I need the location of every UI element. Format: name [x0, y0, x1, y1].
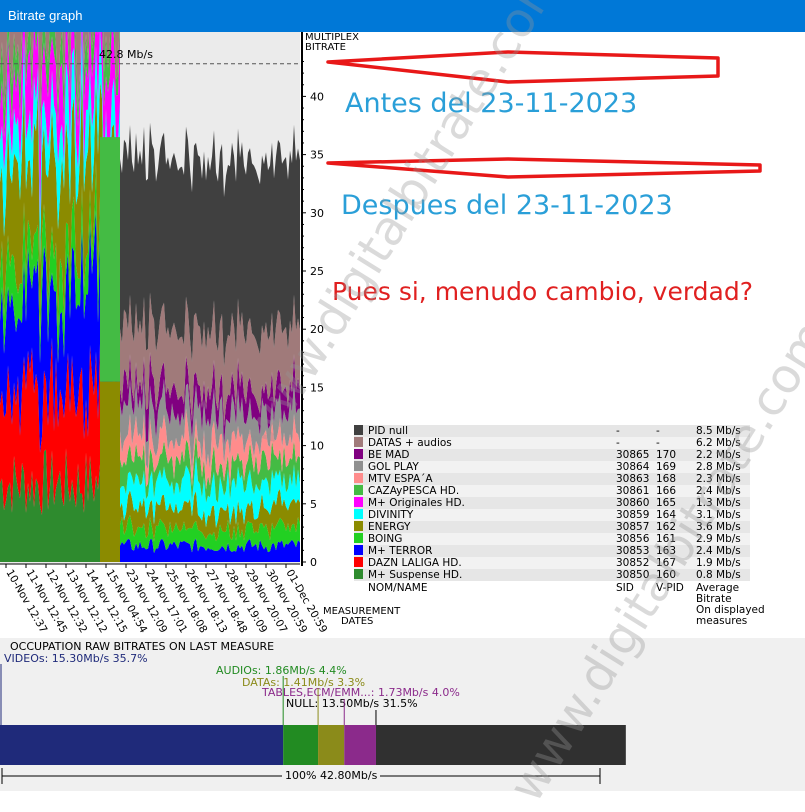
legend-vpid: 166 — [656, 485, 677, 497]
legend-swatch — [354, 425, 363, 435]
legend-sid: 30863 — [616, 473, 650, 485]
legend-sid: 30857 — [616, 521, 650, 533]
legend-row: BE MAD 30865 170 2.2 Mb/s — [354, 449, 750, 461]
window-title: Bitrate graph — [0, 0, 805, 32]
legend-swatch — [354, 461, 363, 471]
y-tick-label: 5 — [310, 498, 317, 511]
transition-bar-energy — [100, 381, 120, 562]
legend-vpid: - — [656, 437, 660, 449]
legend-name: ENERGY — [368, 521, 411, 533]
y-tick-label: 25 — [310, 265, 324, 278]
legend-name: DATAS + audios — [368, 437, 452, 449]
y-tick-label: 35 — [310, 149, 324, 162]
legend-vpid: 170 — [656, 449, 677, 461]
y-tick-label: 0 — [310, 556, 317, 569]
legend-row: PID null - -8.5 Mb/s — [354, 425, 750, 437]
legend-name: MTV ESPA´A — [368, 473, 433, 485]
legend-swatch — [354, 497, 363, 507]
legend-name: BE MAD — [368, 449, 410, 461]
legend-avg: 0.8 Mb/s — [696, 569, 741, 581]
occupation-bar — [0, 664, 626, 784]
y-axis-label: BITRATE — [305, 42, 346, 53]
legend-name: M+ TERROR — [368, 545, 433, 557]
occupation-segment-videos — [0, 725, 284, 765]
legend-name: BOING — [368, 533, 403, 545]
legend-name: DAZN LALIGA HD. — [368, 557, 462, 569]
occupation-total: 100% 42.80Mb/s — [282, 769, 381, 782]
transition-bar-cazaypesca — [100, 137, 120, 382]
legend-header-avg: Average Bitrate On displayed measures — [696, 582, 765, 627]
legend-swatch — [354, 521, 363, 531]
occupation-segment-tables — [344, 725, 376, 765]
legend-row: DATAS + audios - -6.2 Mb/s — [354, 437, 750, 449]
legend-name: PID null — [368, 425, 408, 437]
legend-name: CAZAyPESCA HD. — [368, 485, 460, 497]
legend-header-name: NOM/NAME — [368, 582, 428, 594]
legend-swatch — [354, 509, 363, 519]
legend-vpid: - — [656, 425, 660, 437]
legend-swatch — [354, 437, 363, 447]
occupation-panel: OCCUPATION RAW BITRATES ON LAST MEASURE … — [0, 638, 805, 791]
legend-sid: 30859 — [616, 509, 650, 521]
occupation-segment-datas — [318, 725, 345, 765]
legend-swatch — [354, 545, 363, 555]
legend-name: M+ Suspense HD. — [368, 569, 463, 581]
annotation-comment: Pues si, menudo cambio, verdad? — [332, 277, 753, 306]
y-tick-label: 10 — [310, 440, 324, 453]
legend-sid: 30864 — [616, 461, 650, 473]
legend-vpid: 168 — [656, 473, 677, 485]
legend-sid: 30856 — [616, 533, 650, 545]
legend-swatch — [354, 557, 363, 567]
occupation-segment-audios — [283, 725, 319, 765]
legend-sid: - — [616, 437, 620, 449]
y-tick-label: 40 — [310, 90, 324, 103]
legend-sid: 30861 — [616, 485, 650, 497]
legend-swatch — [354, 569, 363, 579]
x-axis-label: DATES — [341, 616, 373, 627]
legend-swatch — [354, 449, 363, 459]
legend-swatch — [354, 473, 363, 483]
legend-sid: 30860 — [616, 497, 650, 509]
y-tick-label: 30 — [310, 207, 324, 220]
legend-name: DIVINITY — [368, 509, 414, 521]
legend-sid: - — [616, 425, 620, 437]
legend-swatch — [354, 533, 363, 543]
max-bitrate-label: 42.8 Mb/s — [99, 48, 153, 61]
legend-swatch — [354, 485, 363, 495]
legend-sid: 30865 — [616, 449, 650, 461]
legend-name: GOL PLAY — [368, 461, 419, 473]
legend-vpid: 169 — [656, 461, 677, 473]
legend-name: M+ Originales HD. — [368, 497, 465, 509]
